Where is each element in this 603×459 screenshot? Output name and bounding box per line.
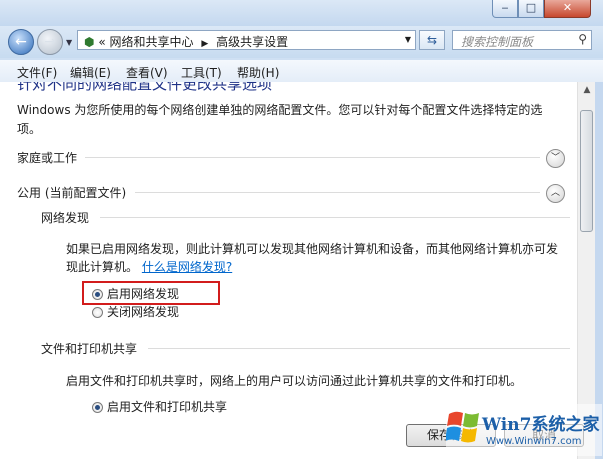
menu-view[interactable]: 查看(V)	[126, 64, 168, 81]
watermark-logo: Win7系统之家 Www.Winwin7.com	[445, 404, 602, 456]
profile-public-label[interactable]: 公用 (当前配置文件)	[17, 184, 126, 201]
file-printer-sharing-description: 启用文件和打印机共享时，网络上的用户可以访问通过此计算机共享的文件和打印机。	[66, 374, 523, 388]
back-button[interactable]: ←	[8, 29, 34, 55]
forward-arrow-icon: →	[44, 34, 56, 50]
breadcrumb-separator-icon: ▶	[201, 39, 209, 49]
disable-network-discovery-label[interactable]: 关闭网络发现	[107, 303, 179, 320]
minimize-button[interactable]: ‒	[492, 0, 518, 18]
refresh-icon: ⇆	[426, 33, 438, 47]
scrollbar-thumb[interactable]	[580, 110, 593, 232]
collapse-chevron-icon[interactable]: ︿	[546, 184, 565, 203]
network-discovery-description-line2: 现此计算机。	[66, 260, 139, 274]
menu-file[interactable]: 文件(F)	[17, 64, 57, 81]
search-placeholder: 搜索控制面板	[461, 35, 534, 49]
network-icon: ⬢	[84, 35, 95, 49]
expand-chevron-icon[interactable]: ﹀	[546, 149, 565, 168]
watermark-brand: Win7系统之家	[482, 415, 600, 435]
menu-tools[interactable]: 工具(T)	[181, 64, 222, 81]
highlight-box	[82, 281, 220, 305]
intro-text-line2: 项。	[17, 122, 42, 136]
minimize-icon: ‒	[501, 1, 509, 14]
disable-network-discovery-radio[interactable]	[92, 307, 103, 318]
menu-edit[interactable]: 编辑(E)	[70, 64, 111, 81]
close-button[interactable]: ✕	[544, 0, 591, 18]
address-bar[interactable]: ⬢ « 网络和共享中心 ▶ 高级共享设置 ▼	[77, 30, 416, 50]
enable-file-sharing-label[interactable]: 启用文件和打印机共享	[107, 398, 227, 415]
breadcrumb-advanced-sharing[interactable]: 高级共享设置	[216, 35, 288, 49]
intro-text-line1: Windows 为您所使用的每个网络创建单独的网络配置文件。您可以针对每个配置文…	[17, 103, 543, 117]
content-pane: 针对不同的网络配置文件更改共享选项 Windows 为您所使用的每个网络创建单独…	[0, 82, 577, 459]
maximize-button[interactable]: □	[518, 0, 544, 18]
search-input[interactable]: 搜索控制面板 ⚲	[452, 30, 592, 50]
address-dropdown-icon[interactable]: ▼	[405, 35, 411, 44]
vertical-scrollbar[interactable]: ▲	[577, 82, 596, 459]
maximize-icon: □	[525, 1, 537, 14]
search-icon[interactable]: ⚲	[578, 32, 587, 46]
watermark-url: Www.Winwin7.com	[486, 436, 582, 447]
scroll-up-icon[interactable]: ▲	[578, 82, 596, 99]
close-icon: ✕	[562, 1, 573, 14]
address-prefix: «	[98, 35, 106, 49]
profile-home-work-label[interactable]: 家庭或工作	[17, 149, 77, 166]
file-printer-sharing-heading: 文件和打印机共享	[41, 342, 138, 356]
menu-help[interactable]: 帮助(H)	[237, 64, 279, 81]
divider	[148, 348, 570, 349]
refresh-button[interactable]: ⇆	[419, 30, 445, 50]
enable-file-sharing-radio[interactable]	[92, 402, 103, 413]
menu-bar: 文件(F) 编辑(E) 查看(V) 工具(T) 帮助(H)	[0, 60, 603, 83]
window-frame-right	[595, 82, 603, 459]
network-discovery-description-line1: 如果已启用网络发现，则此计算机可以发现其他网络计算机和设备，而其他网络计算机亦可…	[66, 242, 559, 256]
recent-pages-dropdown[interactable]: ▼	[66, 38, 72, 47]
divider	[85, 157, 540, 158]
divider	[135, 192, 540, 193]
page-title: 针对不同的网络配置文件更改共享选项	[17, 82, 273, 93]
what-is-network-discovery-link[interactable]: 什么是网络发现?	[142, 260, 232, 274]
forward-button[interactable]: →	[37, 29, 63, 55]
breadcrumb-network-center[interactable]: 网络和共享中心	[109, 35, 193, 49]
network-discovery-heading: 网络发现	[41, 211, 90, 225]
divider	[100, 217, 570, 218]
back-arrow-icon: ←	[15, 34, 27, 50]
